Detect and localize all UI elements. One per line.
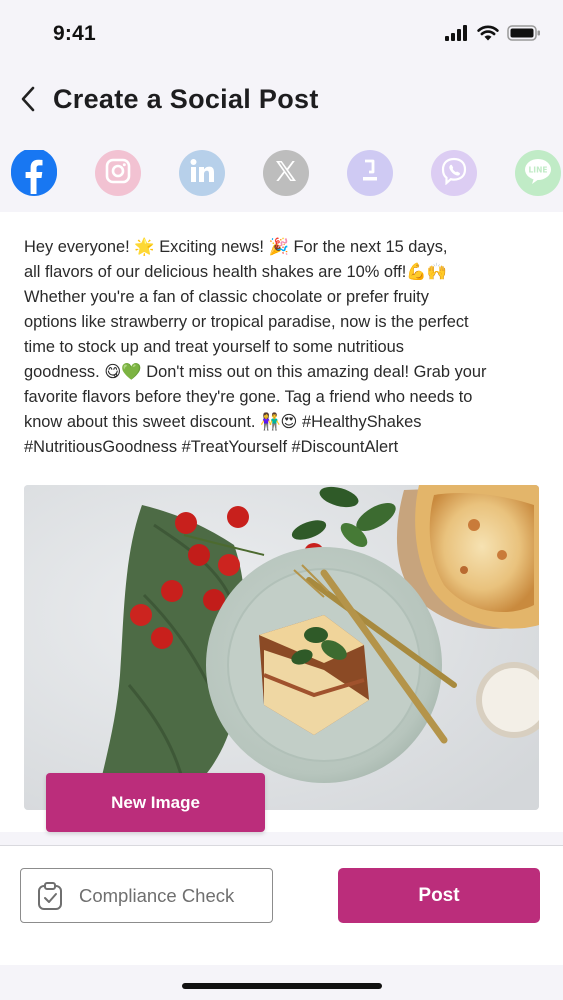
post-content-card: Hey everyone! 🌟 Exciting news! 🎉 For the… (0, 212, 563, 832)
chevron-left-icon (19, 85, 37, 118)
status-bar: 9:41 (0, 0, 563, 68)
line-icon: LINE (523, 157, 553, 190)
bottom-action-bar: Compliance Check Post (0, 845, 563, 965)
platform-viber-button[interactable] (431, 150, 477, 196)
instagram-icon (105, 158, 131, 189)
cellular-signal-icon (445, 25, 469, 46)
post-button[interactable]: Post (338, 868, 540, 923)
platform-x-button[interactable] (263, 150, 309, 196)
viber-icon (440, 157, 468, 190)
download-icon (358, 158, 382, 189)
svg-text:LINE: LINE (529, 165, 548, 174)
new-image-button[interactable]: New Image (46, 773, 265, 832)
page-title: Create a Social Post (53, 84, 319, 114)
status-icons (445, 25, 541, 46)
header: Create a Social Post (0, 78, 563, 126)
x-icon (274, 159, 298, 188)
platform-linkedin-button[interactable] (179, 150, 225, 196)
platform-facebook-button[interactable] (11, 150, 57, 196)
clipboard-check-icon (35, 881, 65, 911)
post-image (24, 485, 539, 810)
compliance-check-button[interactable]: Compliance Check (20, 868, 273, 923)
facebook-icon (11, 150, 57, 198)
status-time: 9:41 (53, 22, 96, 45)
back-button[interactable] (14, 84, 42, 118)
compliance-check-label: Compliance Check (79, 884, 235, 906)
home-indicator[interactable] (182, 983, 382, 989)
platform-fifth-button[interactable] (347, 150, 393, 196)
linkedin-icon (189, 158, 215, 189)
platform-instagram-button[interactable] (95, 150, 141, 196)
post-text[interactable]: Hey everyone! 🌟 Exciting news! 🎉 For the… (24, 235, 544, 460)
create-social-post-screen: 9:41 Create a Social Post LINE Hey every… (0, 0, 563, 1000)
social-platform-selector: LINE (0, 150, 563, 198)
platform-line-button[interactable]: LINE (515, 150, 561, 196)
wifi-icon (477, 25, 499, 46)
battery-icon (507, 25, 541, 46)
